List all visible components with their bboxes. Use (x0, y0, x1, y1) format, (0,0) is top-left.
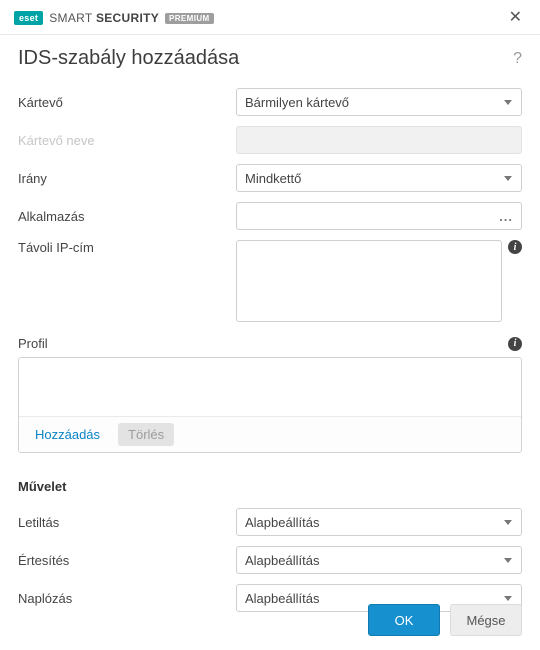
label-alkalmazas: Alkalmazás (18, 209, 236, 224)
input-kartevo-neve (236, 126, 522, 154)
profil-list[interactable] (19, 358, 521, 416)
label-irany: Irány (18, 171, 236, 186)
label-profil: Profil (18, 336, 48, 351)
info-icon[interactable]: i (508, 240, 522, 254)
page-title: IDS-szabály hozzáadása (18, 47, 239, 70)
close-icon[interactable]: ✕ (505, 8, 526, 28)
label-tavoli-ip: Távoli IP-cím (18, 240, 236, 255)
label-letiltas: Letiltás (18, 515, 236, 530)
delete-button: Törlés (118, 423, 174, 446)
brand: eset SMART SECURITY PREMIUM (14, 11, 214, 25)
info-icon[interactable]: i (508, 337, 522, 351)
label-kartevo: Kártevő (18, 95, 236, 110)
select-kartevo[interactable]: Bármilyen kártevő (236, 88, 522, 116)
section-muvelet: Művelet (18, 479, 522, 494)
select-letiltas[interactable]: Alapbeállítás (236, 508, 522, 536)
profil-box: Hozzáadás Törlés (18, 357, 522, 453)
label-ertesites: Értesítés (18, 553, 236, 568)
brand-logo: eset (14, 11, 43, 25)
label-kartevo-neve: Kártevő neve (18, 133, 236, 148)
help-icon[interactable]: ? (513, 50, 522, 68)
brand-text: SMART SECURITY (49, 11, 159, 25)
ok-button[interactable]: OK (368, 604, 440, 636)
select-irany[interactable]: Mindkettő (236, 164, 522, 192)
cancel-button[interactable]: Mégse (450, 604, 522, 636)
ellipsis-icon: ... (499, 209, 513, 224)
add-button[interactable]: Hozzáadás (25, 423, 110, 446)
textarea-tavoli-ip[interactable] (236, 240, 502, 322)
select-ertesites[interactable]: Alapbeállítás (236, 546, 522, 574)
input-alkalmazas[interactable]: ... (236, 202, 522, 230)
brand-premium-badge: PREMIUM (165, 13, 214, 24)
